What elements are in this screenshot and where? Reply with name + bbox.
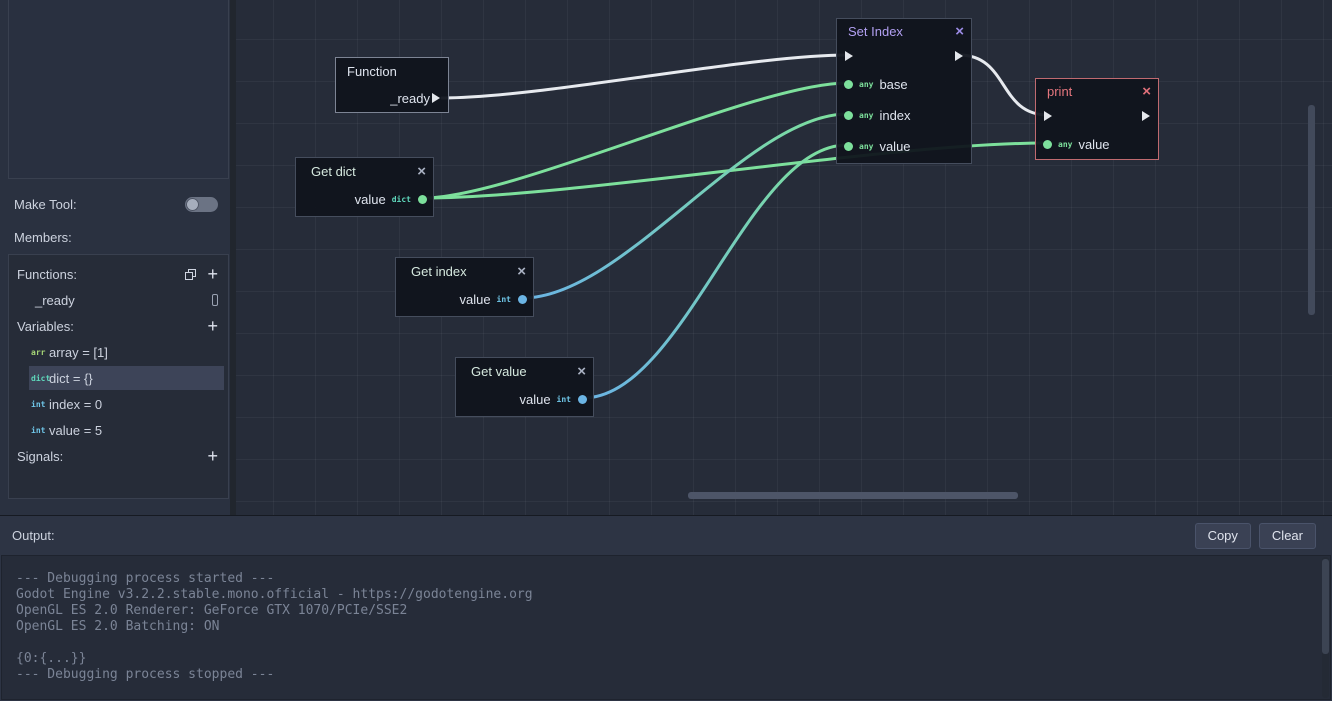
variable-text: index = 0 [49,396,103,412]
console-scrollbar[interactable] [1322,559,1329,654]
port-label-value: value [519,391,551,407]
node-title: Get dict [311,163,356,179]
node-get-dict[interactable]: Get dict × value dict [295,157,434,217]
wire-getindex-to-setindex-index [521,112,849,300]
sequence-in-port[interactable] [1044,111,1052,121]
output-port-value[interactable] [418,194,427,204]
type-icon-int: int [31,399,46,409]
close-icon[interactable]: × [1142,84,1151,99]
function-name: _ready [35,292,75,308]
close-icon[interactable]: × [517,264,526,279]
variable-item-index[interactable]: int index = 0 [9,391,228,417]
sequence-out-port[interactable] [955,51,963,61]
add-signal-button[interactable]: + [207,447,218,465]
add-variable-button[interactable]: + [207,317,218,335]
port-label-ready: _ready [390,90,430,106]
console-line: {0:{...}} [16,651,87,666]
port-label-value: value [354,191,386,207]
port-label-index: index [879,107,911,123]
type-icon-any: any [859,110,874,120]
variable-item-value[interactable]: int value = 5 [9,417,228,443]
signals-label: Signals: [17,448,64,464]
type-icon-int: int [31,425,46,435]
left-sidebar: Make Tool: Members: Functions: + _ready … [0,0,230,515]
output-port-value[interactable] [578,394,587,404]
sequence-out-port[interactable] [1142,111,1150,121]
signals-section-header[interactable]: Signals: + [9,443,228,469]
graph-canvas[interactable]: Function _ready Set Index × any base any… [236,0,1332,515]
node-set-index[interactable]: Set Index × any base any index any value [836,18,972,164]
node-title: Function [347,63,397,79]
type-icon-any: any [859,141,874,151]
port-label-value: value [879,138,911,154]
toggle-knob-icon [186,197,199,211]
variable-item-dict[interactable]: dict dict = {} [9,365,228,391]
type-icon-dict: dict [391,194,411,204]
variables-section-header[interactable]: Variables: + [9,313,228,339]
console-line: Godot Engine v3.2.2.stable.mono.official… [16,587,533,602]
node-print[interactable]: print × any value [1035,78,1159,160]
type-icon-any: any [1058,139,1073,149]
functions-label: Functions: [17,266,77,282]
output-port-value[interactable] [518,294,527,304]
console-line: --- Debugging process stopped --- [16,667,275,682]
output-console[interactable]: --- Debugging process started --- Godot … [1,555,1331,700]
close-icon[interactable]: × [577,364,586,379]
wire-getvalue-to-setindex-value [581,143,849,400]
clear-button[interactable]: Clear [1258,522,1316,549]
sequence-in-port[interactable] [845,51,853,61]
node-title: Set Index [848,23,903,39]
port-label-value: value [459,291,491,307]
sequence-out-port[interactable] [432,93,440,103]
output-label: Output: [12,528,55,543]
input-port-value[interactable] [844,141,853,151]
output-panel: Output: Copy Clear --- Debugging process… [0,515,1332,701]
make-tool-toggle[interactable] [185,196,218,212]
variable-text: dict = {} [49,370,93,386]
wire-getdict-to-setindex-base [421,81,849,200]
type-icon-int: int [496,294,511,304]
type-icon-any: any [859,79,874,89]
variable-text: array = [1] [49,344,108,360]
graph-vertical-scrollbar[interactable] [1308,105,1315,315]
type-icon-dict: dict [31,373,51,383]
variables-label: Variables: [17,318,74,334]
port-label-base: base [879,76,908,92]
edit-function-icon[interactable] [212,294,218,306]
node-title: print [1047,83,1073,99]
type-icon-array: arr [31,347,46,357]
node-get-value[interactable]: Get value × value int [455,357,594,417]
close-icon[interactable]: × [955,24,964,39]
override-function-icon[interactable] [184,268,197,281]
node-get-index[interactable]: Get index × value int [395,257,534,317]
type-icon-int: int [556,394,571,404]
wire-seq-function-to-setindex [440,53,850,100]
console-line: OpenGL ES 2.0 Renderer: GeForce GTX 1070… [16,603,408,618]
node-title: Get value [471,363,527,379]
variable-item-array[interactable]: arr array = [1] [9,339,228,365]
input-port-index[interactable] [844,110,853,120]
console-line: --- Debugging process started --- [16,571,275,586]
selected-row-highlight: dict dict = {} [29,366,224,390]
members-panel: Functions: + _ready Variables: + arr arr… [8,254,229,499]
node-function[interactable]: Function _ready [335,57,449,113]
input-port-base[interactable] [844,79,853,89]
copy-button[interactable]: Copy [1194,522,1251,549]
graph-horizontal-scrollbar[interactable] [688,492,1018,499]
functions-section-header[interactable]: Functions: + [9,261,228,287]
script-preview-panel [8,0,229,179]
console-line: OpenGL ES 2.0 Batching: ON [16,619,220,634]
close-icon[interactable]: × [417,164,426,179]
input-port-value[interactable] [1043,139,1052,149]
make-tool-label: Make Tool: [14,196,77,212]
node-title: Get index [411,263,467,279]
port-label-value: value [1078,136,1110,152]
add-function-button[interactable]: + [207,265,218,283]
members-label: Members: [14,230,72,245]
variable-text: value = 5 [49,422,103,438]
function-item-ready[interactable]: _ready [9,287,228,313]
